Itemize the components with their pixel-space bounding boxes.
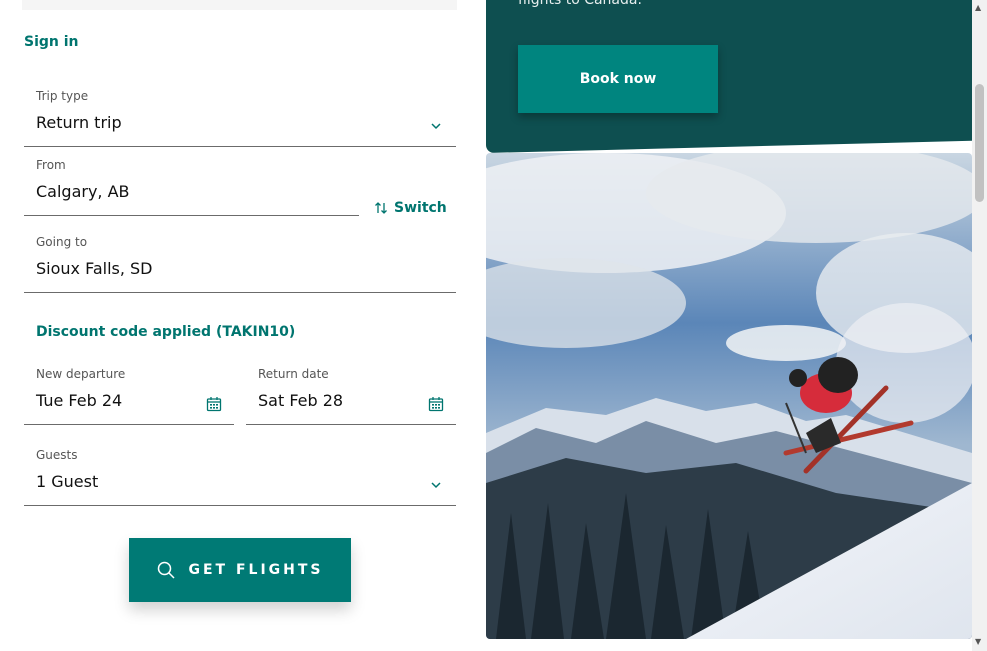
get-flights-label: GET FLIGHTS bbox=[188, 562, 324, 578]
scroll-up-icon[interactable]: ▲ bbox=[975, 3, 981, 12]
trip-type-value: Return trip bbox=[36, 113, 122, 132]
going-to-label: Going to bbox=[36, 235, 88, 249]
book-now-button[interactable]: Book now bbox=[518, 45, 718, 113]
scrollbar-thumb[interactable] bbox=[975, 84, 984, 202]
get-flights-button[interactable]: GET FLIGHTS bbox=[129, 538, 351, 602]
going-to-value: Sioux Falls, SD bbox=[36, 259, 153, 278]
chevron-down-icon bbox=[431, 482, 441, 489]
page-scrollbar[interactable]: ▲ ▼ bbox=[972, 0, 987, 651]
going-to-field[interactable]: Going to Sioux Falls, SD bbox=[24, 226, 456, 293]
swap-arrows-icon bbox=[375, 202, 387, 214]
departure-value: Tue Feb 24 bbox=[36, 391, 123, 410]
sign-in-link[interactable]: Sign in bbox=[24, 34, 79, 50]
trip-type-select[interactable]: Trip type Return trip bbox=[24, 80, 456, 147]
guests-select[interactable]: Guests 1 Guest bbox=[24, 439, 456, 506]
promo-text: flights to Canada. bbox=[518, 0, 642, 8]
top-panel-edge bbox=[22, 0, 457, 10]
from-value: Calgary, AB bbox=[36, 182, 130, 201]
skier-photo bbox=[486, 153, 972, 639]
from-label: From bbox=[36, 158, 66, 172]
switch-label: Switch bbox=[394, 200, 447, 216]
return-date-value: Sat Feb 28 bbox=[258, 391, 344, 410]
return-date-field[interactable]: Return date Sat Feb 28 bbox=[246, 358, 456, 425]
return-date-label: Return date bbox=[258, 367, 329, 381]
guests-value: 1 Guest bbox=[36, 472, 99, 491]
chevron-down-icon bbox=[431, 123, 441, 130]
search-icon bbox=[158, 561, 176, 579]
trip-type-label: Trip type bbox=[36, 89, 89, 103]
departure-label: New departure bbox=[36, 367, 126, 381]
discount-code-link[interactable]: Discount code applied (TAKIN10) bbox=[36, 324, 295, 340]
from-field[interactable]: From Calgary, AB bbox=[24, 150, 359, 216]
promo-banner: flights to Canada. Book now bbox=[486, 0, 972, 153]
calendar-icon bbox=[206, 397, 222, 412]
switch-button[interactable]: Switch bbox=[374, 200, 447, 216]
departure-date-field[interactable]: New departure Tue Feb 24 bbox=[24, 358, 234, 425]
guests-label: Guests bbox=[36, 448, 78, 462]
calendar-icon bbox=[428, 397, 444, 412]
scroll-down-icon[interactable]: ▼ bbox=[975, 637, 981, 646]
